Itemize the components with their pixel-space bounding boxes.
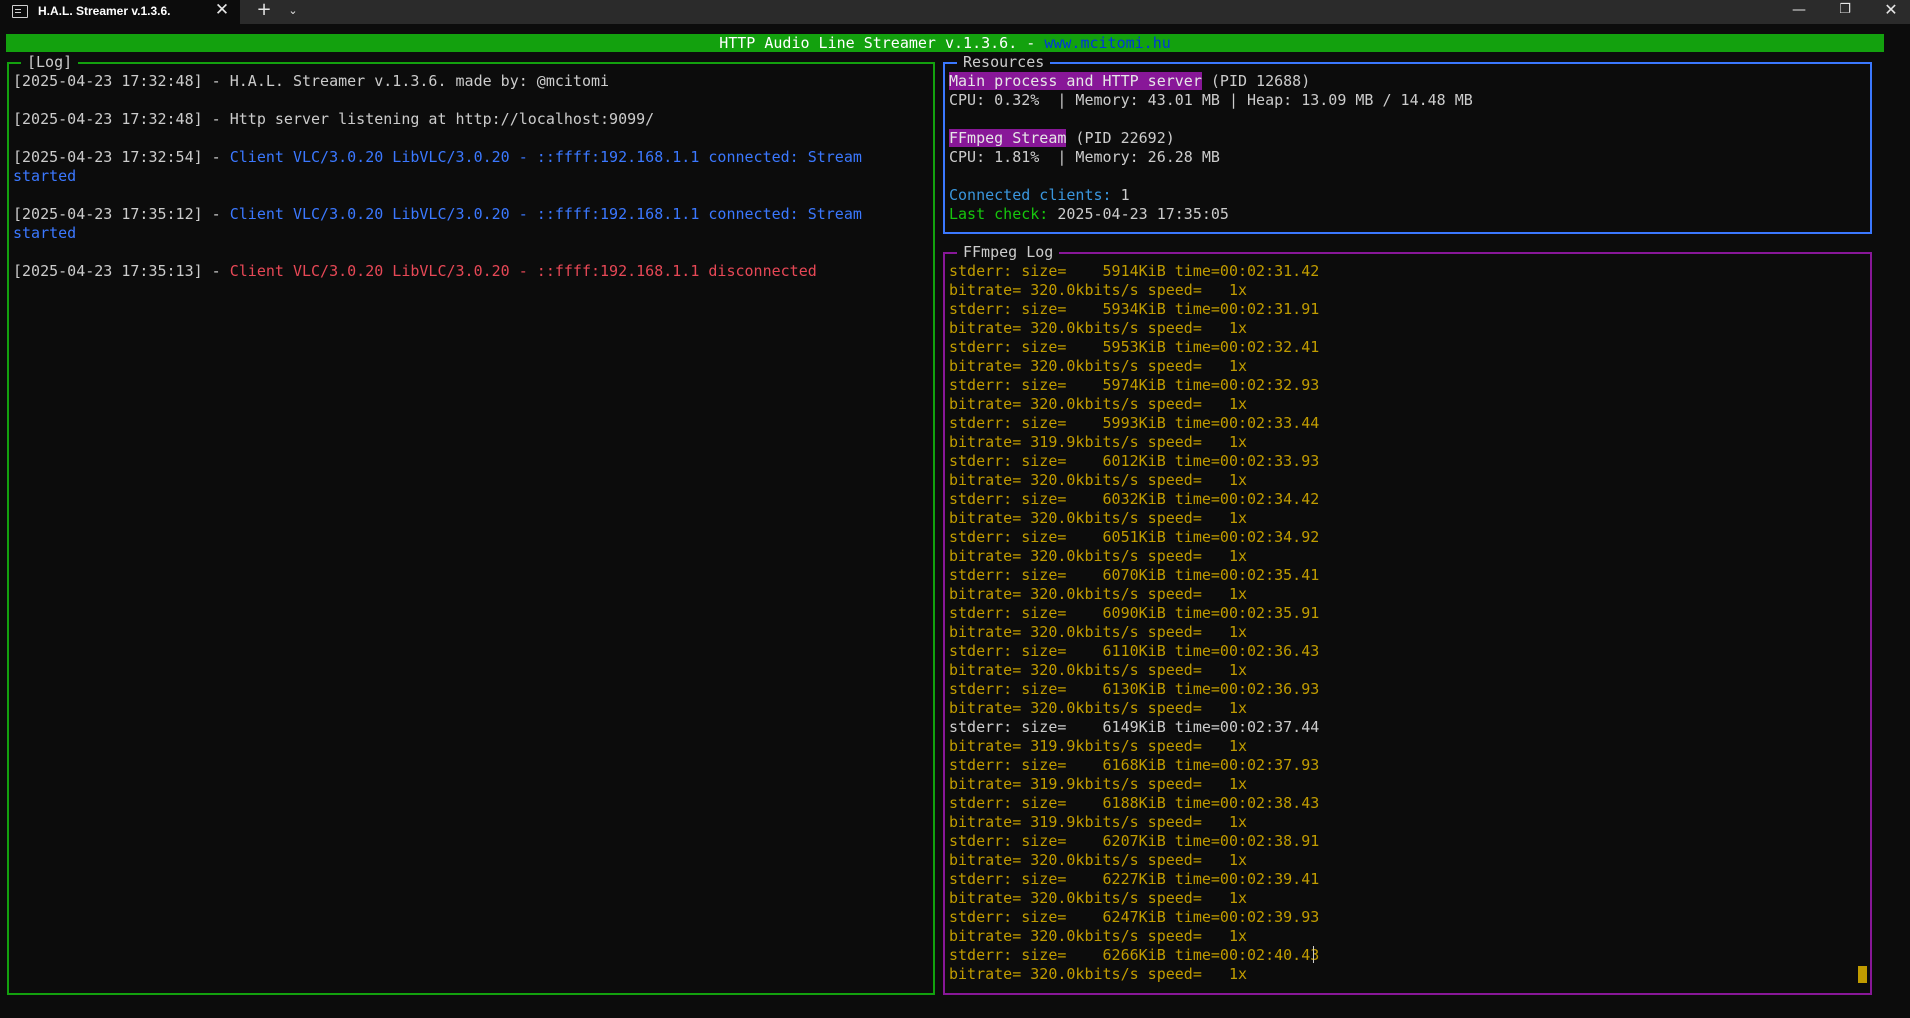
new-tab-button[interactable]: +	[254, 0, 274, 22]
window-titlebar: H.A.L. Streamer v.1.3.6. ✕ + ⌄ — ❐ ✕	[0, 0, 1910, 24]
log-message: Http server listening at http://localhos…	[229, 110, 655, 128]
ffmpeg-log-line: stderr: size= 6149KiB time=00:02:37.44	[949, 718, 1320, 736]
ffmpeg-log-panel: FFmpeg Log stderr: size= 5914KiB time=00…	[943, 243, 1872, 995]
app-title: HTTP Audio Line Streamer v.1.3.6. -	[719, 34, 1045, 52]
ffmpeg-log-line: stderr: size= 6012KiB time=00:02:33.93	[949, 452, 1320, 470]
ffmpeg-log-line: bitrate= 320.0kbits/s speed= 1x	[949, 471, 1248, 489]
ffmpeg-log-line: stderr: size= 5974KiB time=00:02:32.93	[949, 376, 1320, 394]
ffmpeg-log-line: stderr: size= 6130KiB time=00:02:36.93	[949, 680, 1320, 698]
text-caret	[1313, 946, 1314, 963]
ffmpeg-log-line: bitrate= 320.0kbits/s speed= 1x	[949, 965, 1248, 983]
ffmpeg-log-line: stderr: size= 6110KiB time=00:02:36.43	[949, 642, 1320, 660]
ffmpeg-log-list: stderr: size= 5914KiB time=00:02:31.42 bi…	[949, 262, 1849, 984]
ffmpeg-log-line: bitrate= 320.0kbits/s speed= 1x	[949, 395, 1248, 413]
resources-panel-label: Resources	[957, 53, 1051, 71]
ffmpeg-log-line: stderr: size= 6188KiB time=00:02:38.43	[949, 794, 1320, 812]
log-entry: [2025-04-23 17:35:12] - Client VLC/3.0.2…	[13, 205, 913, 243]
ffmpeg-log-line: stderr: size= 6070KiB time=00:02:35.41	[949, 566, 1320, 584]
ffmpeg-log-line: bitrate= 320.0kbits/s speed= 1x	[949, 585, 1248, 603]
ffmpeg-log-line: bitrate= 320.0kbits/s speed= 1x	[949, 889, 1248, 907]
website-link[interactable]: www.mcitomi.hu	[1044, 34, 1170, 52]
ffmpeg-log-line: stderr: size= 5934KiB time=00:02:31.91	[949, 300, 1320, 318]
log-entry: [2025-04-23 17:32:54] - Client VLC/3.0.2…	[13, 148, 913, 186]
terminal-tab[interactable]: H.A.L. Streamer v.1.3.6. ✕	[0, 0, 240, 24]
ffmpeg-log-line: stderr: size= 6207KiB time=00:02:38.91	[949, 832, 1320, 850]
ffmpeg-log-line: bitrate= 320.0kbits/s speed= 1x	[949, 699, 1248, 717]
log-entry: [2025-04-23 17:32:48] - H.A.L. Streamer …	[13, 72, 913, 91]
ffmpeg-log-line: stderr: size= 6051KiB time=00:02:34.92	[949, 528, 1320, 546]
ffmpeg-log-line: bitrate= 320.0kbits/s speed= 1x	[949, 927, 1248, 945]
resources-panel: Resources Main process and HTTP server (…	[943, 53, 1872, 234]
log-message: H.A.L. Streamer v.1.3.6. made by: @mcito…	[229, 72, 610, 90]
log-timestamp: [2025-04-23 17:35:13] -	[13, 262, 230, 280]
ffmpeg-log-line: stderr: size= 6227KiB time=00:02:39.41	[949, 870, 1320, 888]
ffmpeg-log-line: bitrate= 320.0kbits/s speed= 1x	[949, 319, 1248, 337]
log-panel-label: [Log]	[21, 53, 79, 71]
ffmpeg-log-line: stderr: size= 6168KiB time=00:02:37.93	[949, 756, 1320, 774]
log-timestamp: [2025-04-23 17:32:48] -	[13, 72, 230, 90]
tab-title: H.A.L. Streamer v.1.3.6.	[38, 4, 171, 18]
ffmpeg-log-line: bitrate= 319.9kbits/s speed= 1x	[949, 813, 1248, 831]
main-process-name: Main process and HTTP server	[949, 72, 1202, 90]
main-process-stats: CPU: 0.32% | Memory: 43.01 MB | Heap: 13…	[949, 91, 1473, 109]
last-check-label: Last check:	[949, 205, 1049, 223]
ffmpeg-log-line: bitrate= 320.0kbits/s speed= 1x	[949, 623, 1248, 641]
ffmpeg-log-line: stderr: size= 5953KiB time=00:02:32.41	[949, 338, 1320, 356]
maximize-button[interactable]: ❐	[1822, 0, 1868, 22]
ffmpeg-process-pid: (PID 22692)	[1066, 129, 1175, 147]
ffmpeg-log-line: bitrate= 319.9kbits/s speed= 1x	[949, 775, 1248, 793]
ffmpeg-log-line: stderr: size= 6090KiB time=00:02:35.91	[949, 604, 1320, 622]
ffmpeg-log-label: FFmpeg Log	[957, 243, 1060, 261]
app-header: HTTP Audio Line Streamer v.1.3.6. - www.…	[6, 34, 1884, 52]
ffmpeg-process-stats: CPU: 1.81% | Memory: 26.28 MB	[949, 148, 1220, 166]
log-timestamp: [2025-04-23 17:32:54] -	[13, 148, 230, 166]
log-entry: [2025-04-23 17:32:48] - Http server list…	[13, 110, 913, 129]
log-list: [2025-04-23 17:32:48] - H.A.L. Streamer …	[13, 72, 913, 300]
ffmpeg-log-line: bitrate= 320.0kbits/s speed= 1x	[949, 357, 1248, 375]
log-timestamp: [2025-04-23 17:32:48] -	[13, 110, 230, 128]
minimize-button[interactable]: —	[1776, 0, 1822, 22]
ffmpeg-log-line: stderr: size= 6266KiB time=00:02:40.43	[949, 946, 1320, 964]
chevron-down-icon[interactable]: ⌄	[283, 1, 303, 23]
log-entry: [2025-04-23 17:35:13] - Client VLC/3.0.2…	[13, 262, 913, 281]
ffmpeg-log-line: bitrate= 320.0kbits/s speed= 1x	[949, 851, 1248, 869]
ffmpeg-process-line: FFmpeg Stream (PID 22692)	[949, 129, 1849, 148]
last-check-value: 2025-04-23 17:35:05	[1048, 205, 1229, 223]
main-process-line: Main process and HTTP server (PID 12688)	[949, 72, 1849, 91]
connected-clients: Connected clients: 1	[949, 186, 1849, 205]
connected-clients-label: Connected clients:	[949, 186, 1112, 204]
tab-close-icon[interactable]: ✕	[212, 0, 232, 22]
close-window-button[interactable]: ✕	[1868, 0, 1910, 22]
ffmpeg-log-line: stderr: size= 5993KiB time=00:02:33.44	[949, 414, 1320, 432]
connected-clients-value: 1	[1111, 186, 1130, 204]
ffmpeg-log-line: bitrate= 319.9kbits/s speed= 1x	[949, 433, 1248, 451]
main-process-pid: (PID 12688)	[1201, 72, 1311, 90]
ffmpeg-log-line: bitrate= 320.0kbits/s speed= 1x	[949, 509, 1248, 527]
ffmpeg-log-line: bitrate= 320.0kbits/s speed= 1x	[949, 281, 1248, 299]
ffmpeg-log-line: bitrate= 319.9kbits/s speed= 1x	[949, 737, 1248, 755]
ffmpeg-log-line: bitrate= 320.0kbits/s speed= 1x	[949, 661, 1248, 679]
terminal-icon	[12, 5, 28, 18]
last-check: Last check: 2025-04-23 17:35:05	[949, 205, 1849, 224]
ffmpeg-process-name: FFmpeg Stream	[949, 129, 1067, 147]
ffmpeg-log-line: stderr: size= 5914KiB time=00:02:31.42	[949, 262, 1320, 280]
terminal-cursor	[1858, 966, 1867, 983]
log-timestamp: [2025-04-23 17:35:12] -	[13, 205, 230, 223]
ffmpeg-log-line: stderr: size= 6032KiB time=00:02:34.42	[949, 490, 1320, 508]
log-message: Client VLC/3.0.20 LibVLC/3.0.20 - ::ffff…	[229, 262, 817, 280]
ffmpeg-log-line: stderr: size= 6247KiB time=00:02:39.93	[949, 908, 1320, 926]
log-panel: [Log] [2025-04-23 17:32:48] - H.A.L. Str…	[7, 53, 935, 995]
ffmpeg-log-line: bitrate= 320.0kbits/s speed= 1x	[949, 547, 1248, 565]
